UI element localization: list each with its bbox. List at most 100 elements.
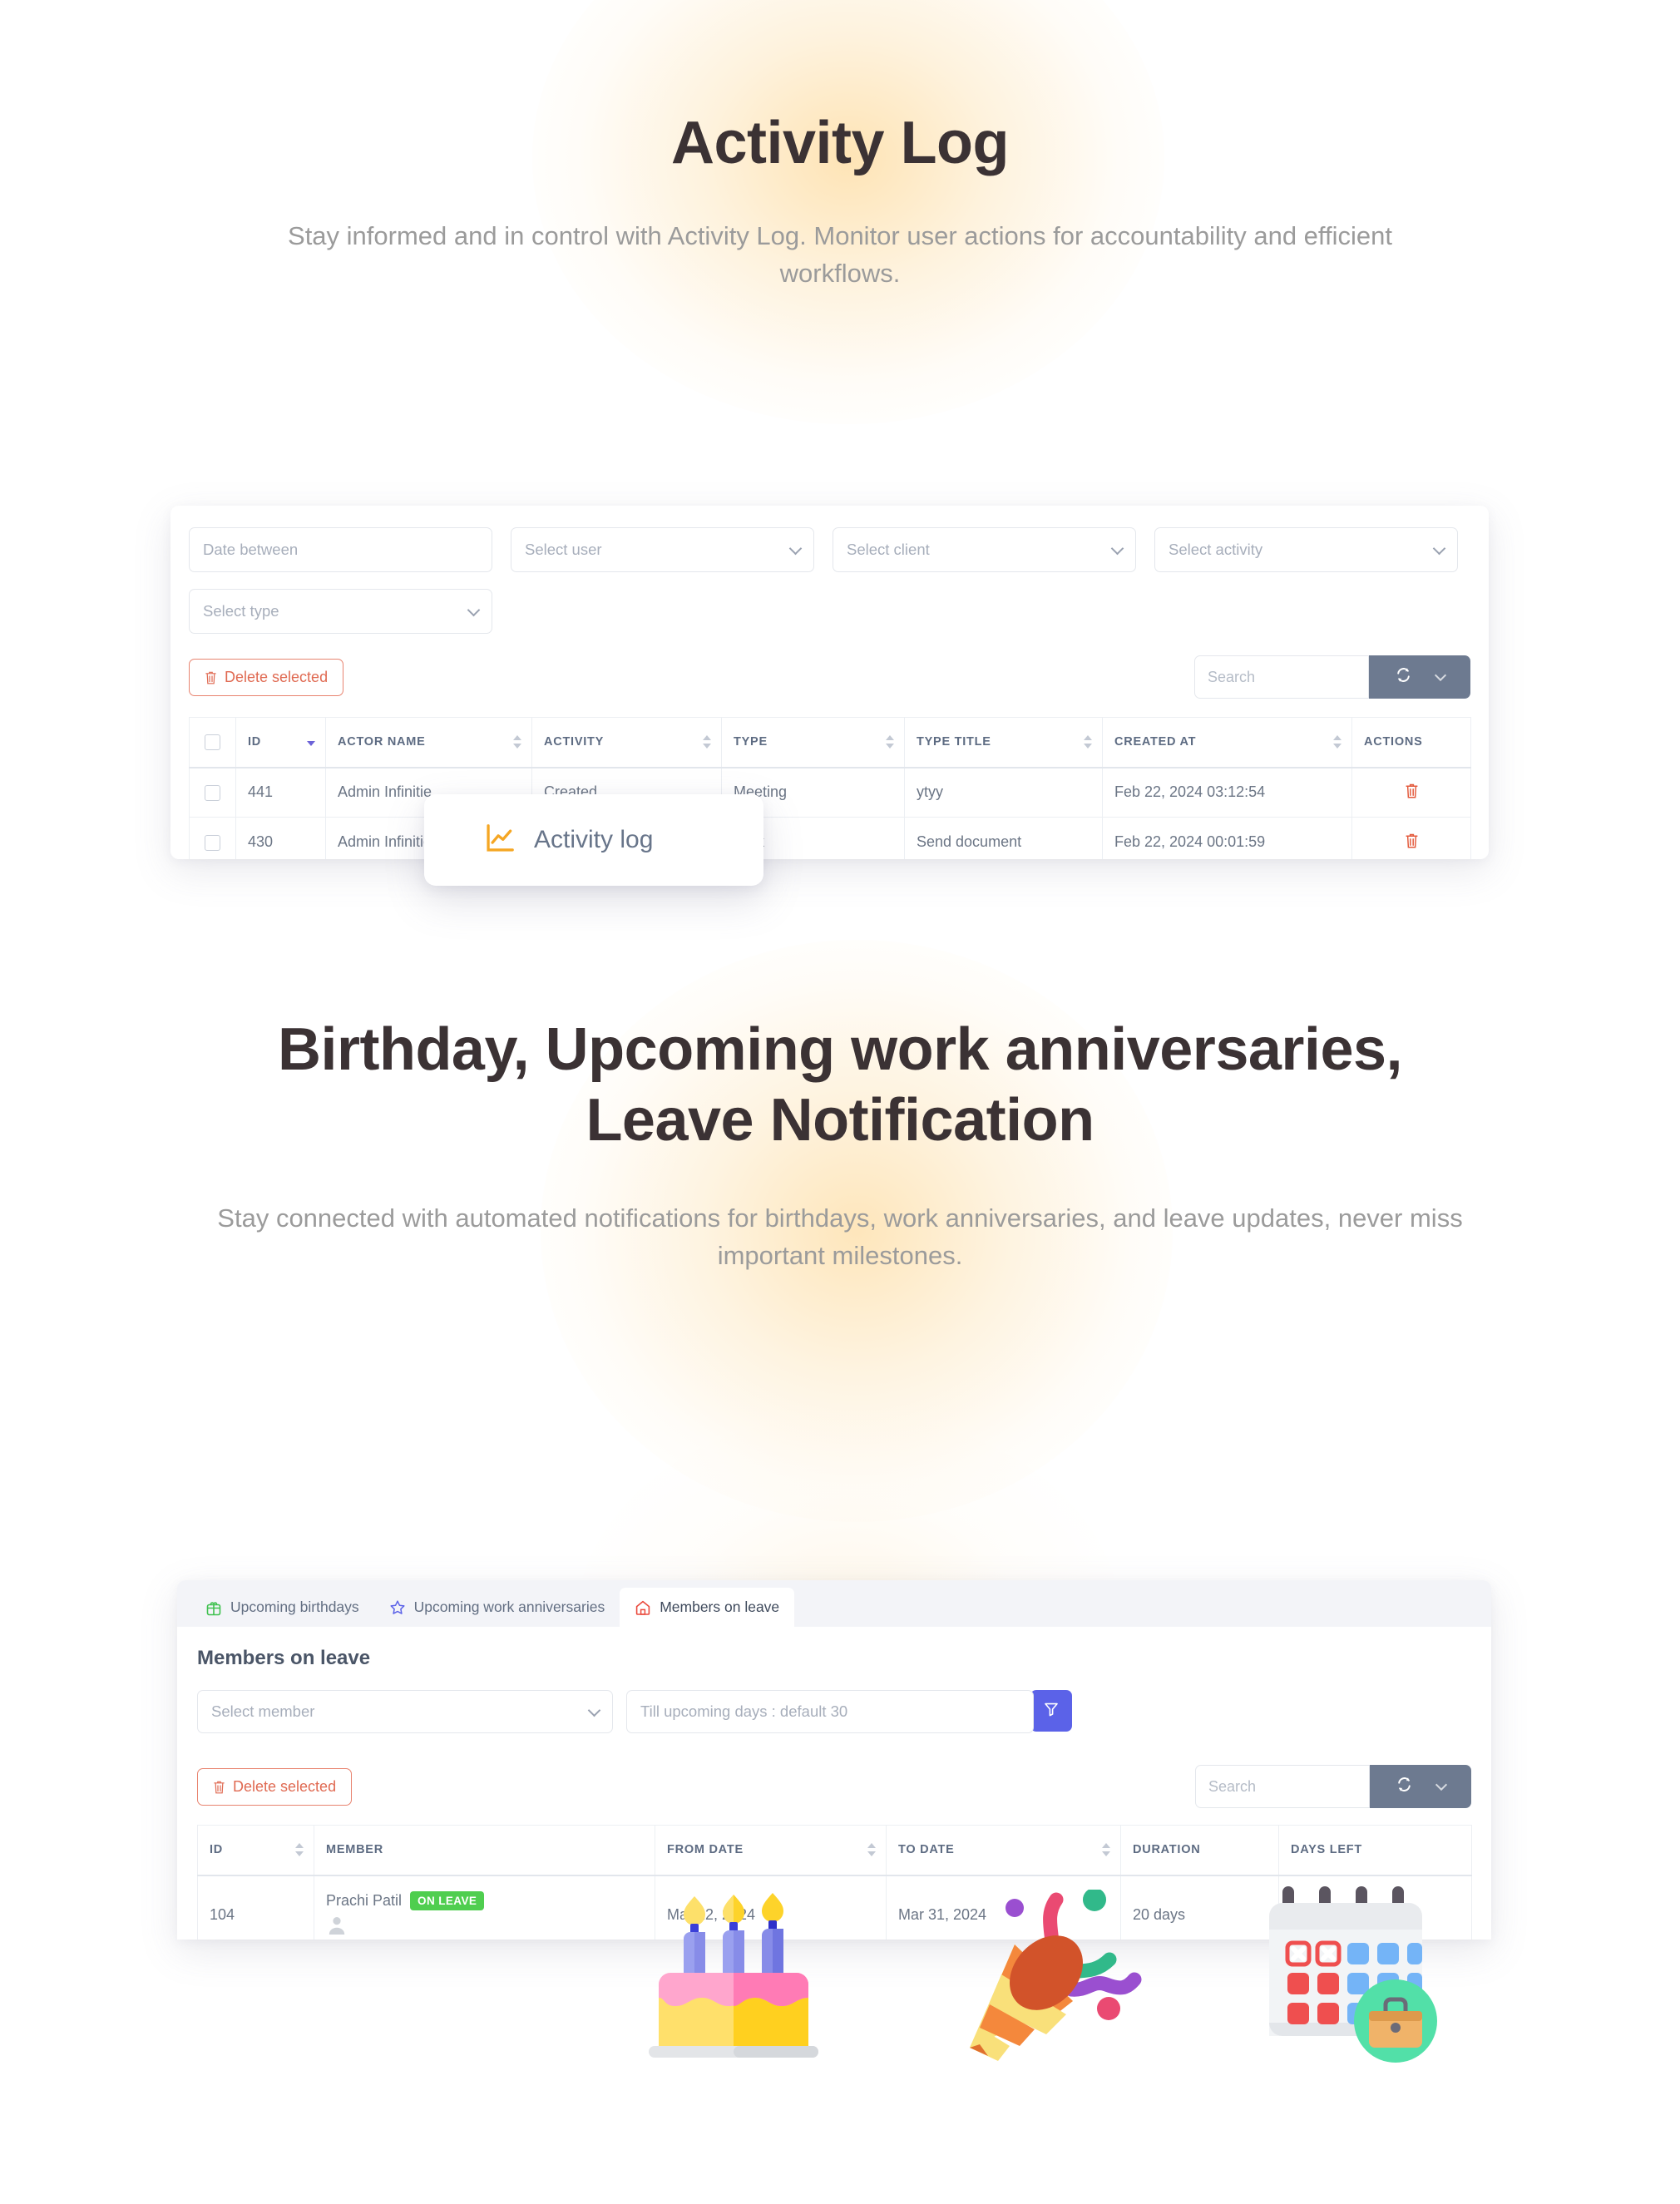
select-client-placeholder: Select client	[847, 541, 930, 558]
column-header-actor-name[interactable]: ACTOR NAME	[325, 717, 532, 768]
delete-selected-label: Delete selected	[233, 1777, 337, 1795]
row-checkbox-cell[interactable]	[189, 767, 236, 818]
column-header-duration: DURATION	[1120, 1825, 1279, 1876]
cell-type-title: Send document	[904, 817, 1103, 859]
leave-action-row: Delete selected Search	[197, 1765, 1471, 1808]
sort-arrows-icon[interactable]	[886, 734, 894, 750]
search-placeholder: Search	[1208, 1777, 1257, 1795]
sort-arrows-icon[interactable]	[1084, 734, 1092, 750]
column-label: TYPE TITLE	[917, 735, 991, 749]
select-all-checkbox-cell[interactable]	[189, 717, 236, 768]
column-header-to-date[interactable]: TO DATE	[886, 1825, 1121, 1876]
column-header-member: MEMBER	[314, 1825, 655, 1876]
refresh-icon	[1396, 1776, 1413, 1797]
cell-created-at: Feb 22, 2024 00:01:59	[1102, 817, 1352, 859]
date-between-input[interactable]: Date between	[189, 527, 492, 572]
select-user-dropdown[interactable]: Select user	[511, 527, 814, 572]
landing-page: Activity Log Stay informed and in contro…	[0, 0, 1680, 2204]
star-icon	[389, 1599, 406, 1616]
activity-log-table: ID ACTOR NAME ACTIVITY TYPE TYPE TITLE C…	[189, 717, 1471, 859]
activity-filter-row-1: Date between Select user Select client S…	[189, 527, 1470, 572]
till-upcoming-days-input[interactable]: Till upcoming days : default 30	[626, 1690, 1034, 1733]
select-type-placeholder: Select type	[203, 602, 279, 620]
column-label: MEMBER	[326, 1843, 383, 1857]
column-header-type[interactable]: TYPE	[721, 717, 905, 768]
column-label: TO DATE	[898, 1843, 955, 1857]
column-header-id[interactable]: ID	[235, 717, 326, 768]
tab-label: Members on leave	[660, 1599, 780, 1615]
tab-label: Upcoming work anniversaries	[413, 1599, 605, 1615]
cell-actions[interactable]	[1351, 767, 1471, 818]
column-label: ACTIVITY	[544, 735, 605, 749]
sort-arrows-icon[interactable]	[1102, 1841, 1110, 1858]
sort-arrows-icon[interactable]	[1333, 734, 1342, 750]
party-popper-illustration	[955, 1888, 1146, 2081]
search-input[interactable]: Search	[1194, 655, 1369, 699]
search-input[interactable]: Search	[1195, 1765, 1370, 1808]
column-header-days-left: DAYS LEFT	[1278, 1825, 1472, 1876]
activity-action-row: Delete selected Search	[189, 655, 1470, 699]
delete-row-icon[interactable]	[1405, 833, 1419, 848]
row-checkbox[interactable]	[205, 834, 220, 851]
apply-filter-button[interactable]	[1030, 1690, 1072, 1732]
cell-id: 104	[197, 1875, 314, 1940]
tab-upcoming-work-anniversaries[interactable]: Upcoming work anniversaries	[374, 1588, 620, 1627]
activity-table-header-row: ID ACTOR NAME ACTIVITY TYPE TYPE TITLE C…	[189, 717, 1471, 768]
row-checkbox-cell[interactable]	[189, 817, 236, 859]
select-activity-placeholder: Select activity	[1169, 541, 1263, 558]
cell-id: 430	[235, 817, 326, 859]
refresh-button[interactable]	[1369, 655, 1470, 699]
delete-row-icon[interactable]	[1405, 783, 1419, 798]
column-header-from-date[interactable]: FROM DATE	[655, 1825, 887, 1876]
notifications-section-header: Birthday, Upcoming work anniversaries, L…	[0, 1015, 1680, 1274]
line-chart-icon	[484, 823, 516, 858]
birthday-cake-illustration	[642, 1878, 850, 2086]
sort-arrows-icon[interactable]	[867, 1841, 876, 1858]
page-subtitle: Stay connected with automated notificati…	[217, 1203, 1463, 1271]
home-icon	[635, 1599, 651, 1616]
column-label: ID	[248, 735, 261, 749]
chevron-down-icon[interactable]	[1435, 1778, 1448, 1791]
page-title: Birthday, Upcoming work anniversaries, L…	[277, 1016, 1403, 1154]
column-header-activity[interactable]: ACTIVITY	[531, 717, 722, 768]
table-row[interactable]: 430 Admin Infinitie Updated status Task …	[189, 817, 1471, 859]
tab-upcoming-birthdays[interactable]: Upcoming birthdays	[190, 1588, 374, 1627]
delete-selected-label: Delete selected	[225, 668, 329, 685]
column-header-id[interactable]: ID	[197, 1825, 314, 1876]
chevron-down-icon	[587, 1703, 601, 1717]
column-header-type-title[interactable]: TYPE TITLE	[904, 717, 1103, 768]
trash-icon	[205, 670, 217, 684]
refresh-button[interactable]	[1370, 1765, 1471, 1808]
cell-type-title: ytyy	[904, 767, 1103, 818]
column-header-created-at[interactable]: CREATED AT	[1102, 717, 1352, 768]
gift-icon	[205, 1599, 222, 1616]
chevron-down-icon[interactable]	[1435, 669, 1447, 682]
sort-arrows-icon[interactable]	[307, 734, 315, 750]
sort-arrows-icon[interactable]	[295, 1841, 304, 1858]
select-member-dropdown[interactable]: Select member	[197, 1690, 613, 1733]
delete-selected-button[interactable]: Delete selected	[189, 658, 344, 696]
cell-actions[interactable]	[1351, 817, 1471, 859]
page-subtitle: Stay informed and in control with Activi…	[288, 220, 1392, 289]
select-type-dropdown[interactable]: Select type	[189, 589, 492, 634]
activity-log-floating-card[interactable]: Activity log	[424, 794, 763, 886]
select-user-placeholder: Select user	[525, 541, 602, 558]
tab-members-on-leave[interactable]: Members on leave	[620, 1588, 795, 1627]
column-header-actions: ACTIONS	[1351, 717, 1471, 768]
member-name: Prachi Patil	[326, 1891, 403, 1909]
sort-arrows-icon[interactable]	[513, 734, 521, 750]
cell-created-at: Feb 22, 2024 03:12:54	[1102, 767, 1352, 818]
date-between-placeholder: Date between	[203, 541, 299, 558]
column-label: TYPE	[734, 735, 768, 749]
select-client-dropdown[interactable]: Select client	[833, 527, 1136, 572]
delete-selected-button[interactable]: Delete selected	[197, 1767, 353, 1806]
table-row[interactable]: 441 Admin Infinitie Created Meeting ytyy…	[189, 767, 1471, 818]
sort-arrows-icon[interactable]	[703, 734, 711, 750]
column-label: FROM DATE	[667, 1843, 744, 1857]
refresh-icon	[1395, 666, 1412, 688]
notification-tabs: Upcoming birthdays Upcoming work anniver…	[177, 1580, 1491, 1627]
select-activity-dropdown[interactable]: Select activity	[1154, 527, 1458, 572]
select-all-checkbox[interactable]	[205, 734, 220, 750]
row-checkbox[interactable]	[205, 785, 220, 801]
activity-log-floating-label: Activity log	[534, 826, 654, 853]
